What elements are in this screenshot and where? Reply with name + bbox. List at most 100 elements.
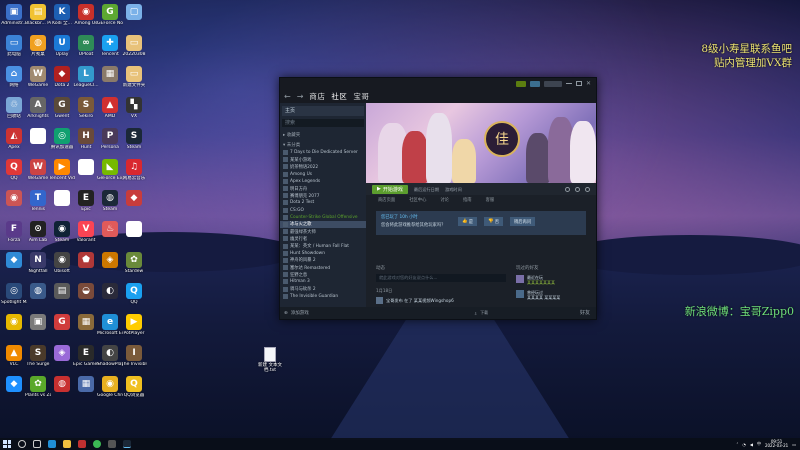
review-later-button[interactable]: 稍后再问 [510,217,536,226]
sidebar-game-item[interactable]: 神舟的风暴 2 [280,257,366,264]
desktop-icon[interactable]: L LeagueCl... [73,66,99,88]
desktop-icon[interactable]: P Persona [98,128,122,150]
desktop-text-file[interactable]: 新建 文本文 档.txt [258,347,282,373]
sidebar-game-item[interactable]: 奶茶物语2022 [280,163,366,170]
desktop-icon[interactable]: ▶ PotPlayer [122,314,146,336]
notification-icon[interactable]: ▭ [792,442,796,447]
desktop-icon[interactable]: ▤ [50,283,74,300]
desktop-icon[interactable]: ◎ 腾讯加速器 [50,128,74,150]
network-icon[interactable]: ◔ [742,442,746,447]
friends-badge[interactable] [530,80,540,87]
desktop-icon[interactable]: eMicrosoft Edge [97,314,123,336]
desktop-icon[interactable]: ◍ [26,283,50,300]
desktop-icon[interactable]: ▣ Administr... [1,4,27,26]
desktop-icon[interactable]: ✚ Tencent [98,35,122,57]
desktop-icon[interactable]: ▣ [26,314,50,331]
sidebar-game-item[interactable]: 塞尔达 Remastered [280,264,366,271]
desktop-icon[interactable]: G [50,314,74,331]
volume-icon[interactable]: ◀ [750,442,753,447]
desktop-icon[interactable]: ♲ 回收站 [2,97,26,119]
desktop-icon[interactable]: V Valorant [74,221,98,243]
desktop-icon[interactable]: ▲ VLC [2,345,26,367]
sidebar-game-item[interactable]: 骑马与砍杀 2 [280,286,366,293]
tab-store[interactable]: 商店 [309,91,325,102]
desktop-icon[interactable]: ▚ VX [122,97,146,119]
desktop-icon[interactable]: ✿Plants vs Zombies [25,376,51,398]
search-icon[interactable] [18,440,26,448]
desktop-icon[interactable]: ◐ ShadowPlay [97,345,123,367]
task-view-icon[interactable] [33,440,41,448]
sidebar-game-item[interactable]: 冰与火之歌 [280,220,366,229]
desktop-icon[interactable]: ▭ 此电脑 [2,35,26,57]
desktop-icon[interactable]: ◉ [2,314,26,331]
sidebar-game-item[interactable]: CS:GO [280,207,366,214]
desktop-icon[interactable]: ▢ [122,4,146,21]
review-yes-button[interactable]: 👍 是 [458,217,478,226]
desktop-icon[interactable]: ▤Blackbr... Pictures [25,4,51,26]
desktop-icon[interactable]: Q QQ浏览器 [122,376,146,398]
desktop-icon[interactable]: ◍ Steam [98,190,122,212]
desktop-icon[interactable]: F Forza [2,221,26,243]
desktop-icon[interactable]: U Uplay [50,35,74,57]
desktop-icon[interactable]: ◉ [2,190,26,207]
sidebar-search-input[interactable]: 搜索 [282,119,364,127]
sidebar-game-item[interactable]: Hitman 3 [280,278,366,285]
desktop-icon[interactable]: ▯ [122,221,146,238]
start-button[interactable] [3,440,11,448]
file-explorer-icon[interactable] [63,440,71,448]
desktop-icon[interactable]: ◆ [122,190,146,207]
desktop-icon[interactable]: ◆ [2,252,26,269]
account-avatar[interactable] [544,80,562,87]
desktop-icon[interactable]: H Hunt [74,128,98,150]
sidebar-home[interactable]: 主页 [282,106,364,116]
friend-entry[interactable]: 曾经玩过 某某某某 某某某某 [516,290,588,300]
desktop-icon[interactable]: ♨ [98,221,122,238]
sidebar-game-item[interactable]: Among Us [280,171,366,178]
friend-entry[interactable]: 最近在玩 某某某某某某某 [516,275,588,285]
sidebar-game-item[interactable]: 最强绿茶大师 [280,228,366,235]
store-icon[interactable] [108,440,116,448]
desktop-icon[interactable]: ◒ [74,283,98,300]
desktop-icon[interactable]: ◉Google Chrome [97,376,123,398]
desktop-icon[interactable]: ◐ [98,283,122,300]
subnav-guides[interactable]: 指南 [463,197,472,203]
subnav-support[interactable]: 客服 [486,197,495,203]
section-favorites[interactable]: ▸ 收藏夹 [280,129,366,139]
desktop-icon[interactable]: I The Invisible [121,345,147,367]
play-button[interactable]: ▶ 开始游戏 [372,184,408,194]
desktop-icon[interactable]: Q QQ [122,283,146,305]
sidebar-game-item[interactable]: 狂野之息 [280,271,366,278]
sidebar-game-item[interactable]: Hunt Showdown [280,250,366,257]
desktop-icon[interactable]: ◣GeForce Experience [97,159,123,181]
maximize-button[interactable] [576,81,582,86]
activity-input[interactable]: 就此游戏对您的好友说点什么... [376,274,506,282]
desktop-icon[interactable]: GGEForce Now [97,4,123,26]
steam-taskbar-icon[interactable] [123,440,131,448]
desktop-icon[interactable]: ◆ Dota 2 [50,66,74,88]
desktop-icon[interactable]: Q QQ [2,159,26,181]
tab-profile[interactable]: 宝哥 [353,91,369,102]
notification-badge[interactable] [516,80,526,87]
section-uncategorized[interactable]: ▾ 未分类 [280,139,366,149]
sidebar-game-item[interactable]: Dota 2 Test [280,199,366,206]
desktop-icon[interactable]: ▭ 20220308 [122,35,146,57]
sidebar-game-item[interactable]: 7 Days to Die Dedicated Server [280,149,366,156]
desktop-icon[interactable]: G Gwent [50,97,74,119]
desktop-icon[interactable]: ⬟ [74,252,98,269]
desktop-icon[interactable]: ♫ 网易云音乐 [122,159,146,181]
subnav-discussions[interactable]: 讨论 [440,197,449,203]
desktop-icon[interactable]: ⌂ 网络 [2,66,26,88]
desktop-icon[interactable]: ◍ 片笺桌 [26,35,50,57]
desktop-icon[interactable]: ◉ Steam [50,221,74,243]
downloads-bar[interactable]: ⇩ 下载 [366,307,596,319]
review-no-button[interactable]: 👎 否 [484,217,504,226]
desktop-icon[interactable]: ✿ Stardew [122,252,146,274]
desktop-icon[interactable]: W WeGame [26,66,50,88]
desktop-icon[interactable]: ◆ [2,376,26,393]
sidebar-game-item[interactable]: 某某小游戏 [280,156,366,163]
back-arrow-icon[interactable]: ← [284,92,291,101]
sidebar-game-item[interactable]: The Invisible Guardian [280,293,366,300]
ime-icon[interactable]: 中 [757,441,761,447]
minimize-button[interactable] [566,83,572,84]
desktop-icon[interactable]: N Nightfall [26,252,50,274]
